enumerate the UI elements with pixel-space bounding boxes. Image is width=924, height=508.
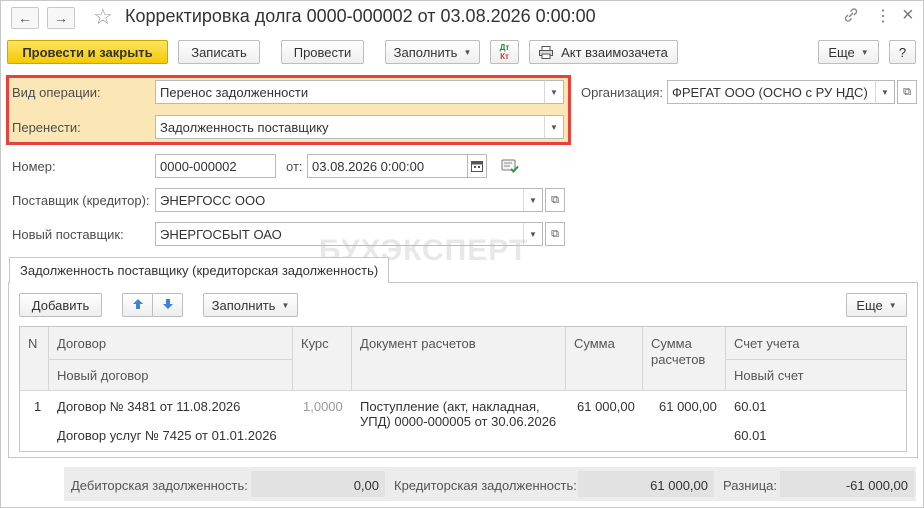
more-label: Еще	[828, 44, 855, 60]
row-sum: 61 000,00	[577, 399, 635, 414]
header-sum[interactable]: Сумма	[574, 336, 615, 351]
move-up-button[interactable]	[122, 293, 153, 317]
header-n[interactable]: N	[28, 336, 37, 351]
table-more-button[interactable]: Еще ▼	[846, 293, 907, 317]
window-title: Корректировка долга 0000-000002 от 03.08…	[125, 6, 596, 26]
row-doc-line1: Поступление (акт, накладная,	[360, 399, 540, 414]
totals-footer: Дебиторская задолженность: 0,00 Кредитор…	[64, 467, 916, 501]
credit-label: Кредиторская задолженность:	[394, 478, 577, 493]
number-label: Номер:	[12, 159, 56, 174]
difference-value: -61 000,00	[845, 478, 908, 493]
column-separator	[351, 327, 352, 391]
transfer-dropdown-icon[interactable]: ▼	[544, 115, 564, 139]
header-settlement-doc[interactable]: Документ расчетов	[360, 336, 476, 351]
organization-open-icon[interactable]: ⧉	[897, 80, 917, 104]
netting-act-label: Акт взаимозачета	[561, 44, 668, 60]
fill-label: Заполнить	[393, 44, 458, 60]
transfer-label: Перенести:	[12, 120, 81, 135]
operation-type-label: Вид операции:	[12, 85, 101, 100]
netting-act-button[interactable]: Акт взаимозачета	[529, 40, 678, 64]
supplier-field[interactable]: ЭНЕРГОСС ООО	[155, 188, 524, 212]
header-sum-calc-line1[interactable]: Сумма	[651, 336, 692, 351]
arrow-left-icon: ←	[18, 10, 32, 26]
caret-down-icon: ▼	[281, 300, 290, 310]
debit-value: 0,00	[353, 478, 379, 493]
column-separator	[565, 327, 566, 391]
post-and-close-button[interactable]: Провести и закрыть	[7, 40, 168, 64]
add-row-button[interactable]: Добавить	[19, 293, 102, 317]
transfer-field[interactable]: Задолженность поставщику	[155, 115, 545, 139]
debt-table: N Договор Новый договор Курс Документ ра…	[19, 326, 907, 452]
document-window: ← → ☆ Корректировка долга 0000-000002 от…	[0, 0, 924, 508]
arrow-down-icon	[162, 298, 174, 313]
link-icon[interactable]	[843, 7, 859, 27]
caret-down-icon: ▼	[888, 300, 897, 310]
supplier-open-icon[interactable]: ⧉	[545, 188, 565, 212]
more-button[interactable]: Еще ▼	[818, 40, 879, 64]
supplier-label: Поставщик (кредитор):	[12, 193, 150, 208]
table-fill-label: Заполнить	[211, 297, 276, 313]
arrow-right-icon: →	[54, 10, 68, 26]
difference-label: Разница:	[723, 478, 778, 493]
header-new-account[interactable]: Новый счет	[734, 368, 804, 383]
table-header: N Договор Новый договор Курс Документ ра…	[20, 327, 906, 391]
new-supplier-label: Новый поставщик:	[12, 227, 124, 242]
post-button[interactable]: Провести	[281, 40, 364, 64]
row-new-account: 60.01	[734, 428, 767, 443]
header-contract[interactable]: Договор	[57, 336, 106, 351]
printer-icon	[539, 45, 554, 59]
new-supplier-open-icon[interactable]: ⧉	[545, 222, 565, 246]
row-contract: Договор № 3481 от 11.08.2026	[57, 399, 241, 414]
header-account[interactable]: Счет учета	[734, 336, 800, 351]
row-rate: 1,0000	[303, 399, 343, 414]
operation-type-dropdown-icon[interactable]: ▼	[544, 80, 564, 104]
header-sum-calc-line2[interactable]: расчетов	[651, 352, 705, 367]
header-new-contract[interactable]: Новый договор	[57, 368, 148, 383]
close-icon[interactable]: ×	[902, 4, 914, 27]
forward-button[interactable]: →	[47, 7, 75, 29]
tab-supplier-debt[interactable]: Задолженность поставщику (кредиторская з…	[9, 257, 390, 283]
comment-check-icon[interactable]	[501, 158, 519, 177]
kt-icon-label: Кт	[500, 52, 509, 61]
calendar-icon[interactable]	[467, 154, 487, 178]
table-more-label: Еще	[856, 297, 883, 313]
number-field[interactable]: 0000-000002	[155, 154, 276, 178]
row-sum-calc: 61 000,00	[659, 399, 717, 414]
titlebar: ← → ☆ Корректировка долга 0000-000002 от…	[1, 1, 923, 34]
move-down-button[interactable]	[152, 293, 183, 317]
table-row[interactable]: 1 Договор № 3481 от 11.08.2026 Договор у…	[20, 391, 906, 451]
back-button[interactable]: ←	[11, 7, 39, 29]
organization-field[interactable]: ФРЕГАТ ООО (ОСНО с РУ НДС)	[667, 80, 876, 104]
row-account: 60.01	[734, 399, 767, 414]
supplier-dropdown-icon[interactable]: ▼	[523, 188, 543, 212]
credit-value: 61 000,00	[650, 478, 708, 493]
favorite-star-icon[interactable]: ☆	[93, 4, 113, 30]
more-vertical-icon[interactable]: ⋮	[875, 6, 891, 26]
caret-down-icon: ▼	[860, 47, 869, 57]
arrow-up-icon	[132, 298, 144, 313]
fill-dropdown-button[interactable]: Заполнить ▼	[385, 40, 480, 64]
organization-label: Организация:	[581, 85, 664, 100]
row-n: 1	[34, 399, 42, 414]
help-button[interactable]: ?	[889, 40, 916, 64]
row-new-contract: Договор услуг № 7425 от 01.01.2026	[57, 428, 277, 443]
date-field[interactable]: 03.08.2026 0:00:00	[307, 154, 468, 178]
column-separator	[642, 327, 643, 391]
date-label: от:	[286, 159, 303, 174]
operation-type-field[interactable]: Перенос задолженности	[155, 80, 545, 104]
header-rate[interactable]: Курс	[301, 336, 329, 351]
table-fill-dropdown-button[interactable]: Заполнить ▼	[203, 293, 298, 317]
header-row-divider	[725, 359, 906, 360]
debit-label: Дебиторская задолженность:	[71, 478, 248, 493]
column-separator	[292, 327, 293, 391]
caret-down-icon: ▼	[463, 47, 472, 57]
dt-icon-label: Дт	[499, 43, 510, 52]
row-doc-line2: УПД) 0000-000005 от 30.06.2026	[360, 414, 557, 429]
save-button[interactable]: Записать	[178, 40, 260, 64]
organization-dropdown-icon[interactable]: ▼	[875, 80, 895, 104]
dt-kt-button[interactable]: Дт Кт	[490, 40, 519, 64]
header-row-divider	[48, 359, 292, 360]
